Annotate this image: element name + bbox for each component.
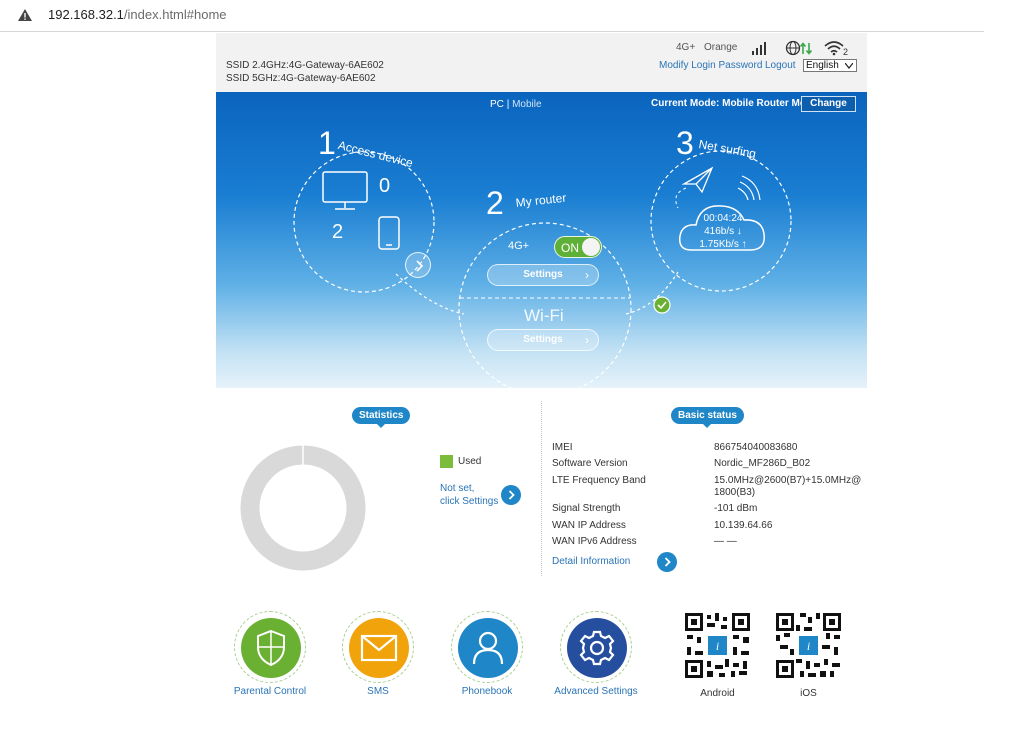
wifi-title: Wi-Fi — [524, 306, 564, 325]
sms-button[interactable] — [342, 611, 414, 683]
url-text[interactable]: 192.168.32.1/index.html#home — [48, 7, 227, 22]
step2-number: 2 — [486, 185, 504, 221]
router-page: SSID 2.4GHz:4G-Gateway-6AE602 SSID 5GHz:… — [216, 33, 867, 742]
advanced-settings-button[interactable] — [560, 611, 632, 683]
wifi-client-count: 2 — [843, 47, 848, 56]
chevron-right-icon — [664, 557, 671, 567]
language-value: English — [806, 60, 839, 71]
view-mode-switch: PC | Mobile — [490, 99, 542, 110]
phone-device-count: 2 — [332, 221, 344, 243]
network-type: 4G+ — [676, 42, 696, 53]
paper-plane-icon — [681, 166, 714, 194]
home-banner: PC | Mobile Current Mode: Mobile Router … — [216, 92, 867, 388]
upload-speed: 1.75Kb/s ↑ — [699, 239, 747, 250]
shield-icon — [241, 618, 301, 678]
chevron-down-icon — [845, 63, 853, 69]
chevron-right-icon: › — [585, 268, 589, 282]
modify-password-link[interactable]: Modify Login Password — [659, 60, 762, 71]
download-speed: 416b/s ↓ — [704, 226, 742, 237]
parental-control-button[interactable] — [234, 611, 306, 683]
android-qr-code: i — [685, 613, 750, 678]
parental-control-label[interactable]: Parental Control — [220, 686, 320, 697]
basic-status-tag: Basic status — [671, 407, 744, 428]
detail-information-link[interactable]: Detail Information — [552, 556, 630, 567]
monitor-icon — [322, 171, 368, 210]
chevron-right-icon: › — [585, 333, 589, 347]
used-legend-swatch — [440, 455, 453, 468]
mobile-mode-link[interactable]: Mobile — [512, 99, 541, 110]
signal-waves-icon — [737, 175, 761, 201]
statistics-tag: Statistics — [352, 407, 411, 428]
ios-qr-code: i — [776, 613, 841, 678]
router-network-type: 4G+ — [508, 240, 530, 252]
mobile-data-toggle[interactable]: ON — [554, 236, 602, 258]
phone-icon — [378, 216, 400, 250]
person-icon — [458, 618, 518, 678]
language-select[interactable]: English — [803, 59, 857, 72]
advanced-settings-label[interactable]: Advanced Settings — [546, 686, 646, 697]
android-qr-label: Android — [700, 688, 735, 699]
gear-icon — [567, 618, 627, 678]
current-mode-label: Current Mode: Mobile Router Mode — [651, 98, 818, 109]
pc-device-count: 0 — [379, 175, 391, 197]
not-set-link[interactable]: Not set, click Settings — [440, 482, 498, 508]
step1-number: 1 — [318, 125, 336, 161]
section-divider — [541, 401, 542, 576]
used-legend-label: Used — [458, 456, 482, 467]
change-mode-button[interactable]: Change — [801, 96, 856, 112]
toggle-knob — [582, 238, 600, 256]
phonebook-label[interactable]: Phonebook — [437, 686, 537, 697]
pc-mode-link[interactable]: PC — [490, 99, 504, 110]
phonebook-button[interactable] — [451, 611, 523, 683]
ssid-24ghz: SSID 2.4GHz:4G-Gateway-6AE602 — [226, 60, 384, 71]
page-header: SSID 2.4GHz:4G-Gateway-6AE602 SSID 5GHz:… — [216, 33, 867, 92]
surf-stats: 00:04:24 416b/s ↓ 1.75Kb/s ↑ — [692, 212, 754, 251]
statistics-settings-button[interactable] — [501, 485, 521, 505]
wifi-icon: 2 — [824, 41, 848, 56]
address-bar[interactable]: 192.168.32.1/index.html#home — [0, 0, 984, 32]
internet-connected-icon — [785, 40, 813, 56]
ios-qr-label: iOS — [800, 688, 817, 699]
warning-icon — [18, 9, 32, 21]
sms-label[interactable]: SMS — [328, 686, 428, 697]
step3-number: 3 — [676, 125, 694, 161]
access-device-arrow-button[interactable] — [405, 252, 431, 278]
connected-check-icon — [653, 296, 671, 314]
logout-link[interactable]: Logout — [765, 60, 796, 71]
usage-donut-chart — [240, 445, 366, 571]
envelope-icon — [349, 618, 409, 678]
ssid-5ghz: SSID 5GHz:4G-Gateway-6AE602 — [226, 73, 376, 84]
toggle-state-label: ON — [561, 241, 579, 255]
network-settings-button[interactable]: Settings › — [487, 264, 599, 286]
carrier-name: Orange — [704, 42, 738, 53]
signal-bars-icon — [752, 42, 766, 55]
svg-text:i: i — [807, 639, 810, 653]
detail-information-button[interactable] — [657, 552, 677, 572]
connection-duration: 00:04:24 — [703, 213, 743, 224]
chevron-right-icon — [416, 260, 424, 272]
chevron-right-icon — [508, 490, 515, 500]
wifi-settings-button[interactable]: Settings › — [487, 329, 599, 351]
svg-text:i: i — [716, 639, 719, 653]
